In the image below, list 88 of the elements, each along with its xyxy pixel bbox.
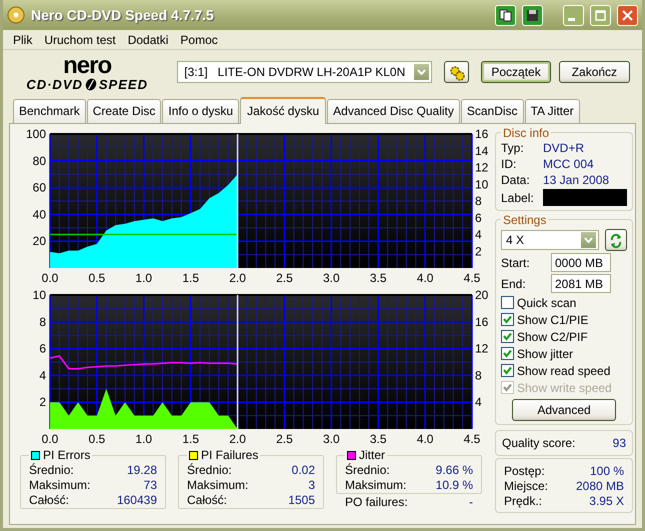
quality-value: 93 bbox=[612, 435, 626, 452]
tick-label: 1.5 bbox=[182, 432, 199, 446]
tick-label: 1.0 bbox=[135, 432, 152, 446]
stat-value: 160439 bbox=[116, 492, 157, 508]
stat-value: - bbox=[469, 494, 473, 510]
tick-label: 100 bbox=[26, 127, 46, 141]
progress-label: Postęp: bbox=[504, 462, 545, 480]
info-label: Data: bbox=[501, 172, 531, 189]
tick-label: 8 bbox=[475, 368, 482, 382]
progress-value: 3.95 X bbox=[589, 492, 624, 510]
tick-label: 12 bbox=[475, 160, 488, 174]
tick-label: 3.5 bbox=[370, 432, 387, 446]
logo-text: nero bbox=[63, 54, 112, 78]
stat-value: 3 bbox=[308, 476, 315, 494]
tick-label: 2.0 bbox=[229, 432, 246, 446]
info-label: Label: bbox=[501, 190, 535, 206]
panel-title: Settings bbox=[501, 213, 548, 227]
stat-label: Maksimum: bbox=[29, 476, 90, 494]
tick-label: 2 bbox=[475, 244, 482, 258]
tick-label: 20 bbox=[32, 234, 46, 248]
stat-value: 9.66 % bbox=[436, 462, 473, 478]
tick-label: 0.0 bbox=[42, 271, 58, 285]
tick-label: 2.5 bbox=[276, 271, 293, 285]
stat-label: Średnio: bbox=[345, 462, 390, 478]
field-label: Start: bbox=[501, 254, 531, 272]
stat-label: Średnio: bbox=[187, 462, 232, 478]
tick-label: 16 bbox=[475, 314, 488, 329]
tick-label: 6 bbox=[39, 342, 46, 356]
tick-label: 1.0 bbox=[135, 271, 152, 285]
logo-text: CD·DVD bbox=[26, 78, 83, 90]
tick-label: 2.0 bbox=[229, 271, 246, 285]
panel-title: Jitter bbox=[359, 448, 386, 462]
tick-label: 3.0 bbox=[323, 432, 340, 446]
tick-label: 14 bbox=[475, 144, 488, 158]
tick-label: 4.5 bbox=[464, 432, 480, 446]
tick-label: 10 bbox=[475, 177, 488, 192]
quality-label: Quality score: bbox=[502, 435, 576, 452]
info-label: Typ: bbox=[501, 140, 525, 157]
stat-label: Maksimum: bbox=[187, 476, 248, 494]
info-value: 13 Jan 2008 bbox=[543, 172, 610, 189]
progress-value: 2080 MB bbox=[576, 478, 624, 494]
tick-label: 3.0 bbox=[323, 271, 340, 285]
progress-label: Prędk.: bbox=[504, 492, 542, 510]
tick-label: 4 bbox=[475, 395, 482, 410]
stat-value: 10.9 % bbox=[436, 476, 473, 494]
tick-label: 4.0 bbox=[416, 432, 434, 446]
tick-label: 1.5 bbox=[182, 271, 199, 285]
stat-value: 1505 bbox=[288, 492, 315, 508]
tick-label: 4.0 bbox=[416, 271, 434, 285]
tick-label: 0.0 bbox=[42, 432, 58, 446]
panel-title: PI Failures bbox=[201, 448, 258, 462]
panel-title: PI Errors bbox=[43, 448, 90, 462]
stat-value: 73 bbox=[144, 476, 157, 494]
tick-label: 2 bbox=[39, 395, 46, 410]
tick-label: 2.5 bbox=[276, 432, 293, 446]
progress-value: 100 % bbox=[590, 462, 624, 480]
tick-label: 80 bbox=[32, 154, 46, 168]
info-value: MCC 004 bbox=[543, 156, 594, 173]
checkbox-label: Show write speed bbox=[517, 380, 612, 396]
tick-label: 40 bbox=[32, 207, 46, 222]
tick-label: 12 bbox=[475, 342, 488, 356]
stat-label: Całość: bbox=[29, 492, 70, 508]
tick-label: 4.5 bbox=[464, 271, 480, 285]
tick-label: 4 bbox=[475, 228, 482, 242]
field-label: End: bbox=[501, 276, 527, 292]
info-value: DVD+R bbox=[543, 140, 584, 157]
stat-label: Całość: bbox=[187, 492, 228, 508]
tick-label: 20 bbox=[475, 288, 488, 302]
info-label: ID: bbox=[501, 156, 518, 173]
panel-title: Disc info bbox=[501, 126, 552, 140]
tick-label: 0.5 bbox=[88, 432, 106, 446]
stat-label: Maksimum: bbox=[345, 476, 406, 494]
tick-label: 4 bbox=[39, 368, 46, 382]
progress-label: Miejsce: bbox=[504, 478, 548, 494]
stat-label: PO failures: bbox=[345, 494, 408, 510]
logo-text: SPEED bbox=[98, 78, 148, 90]
tick-label: 6 bbox=[475, 210, 482, 225]
tick-label: 3.5 bbox=[370, 271, 387, 285]
tick-label: 8 bbox=[39, 314, 46, 329]
tick-label: 16 bbox=[475, 127, 488, 141]
tick-label: 60 bbox=[32, 180, 46, 195]
stat-value: 19.28 bbox=[126, 462, 157, 478]
window-title: Nero CD-DVD Speed 4.7.7.5 bbox=[31, 6, 215, 25]
stat-label: Średnio: bbox=[29, 462, 74, 478]
stat-value: 0.02 bbox=[292, 462, 315, 478]
tick-label: 8 bbox=[475, 194, 482, 208]
tick-label: 10 bbox=[32, 288, 46, 302]
tick-label: 0.5 bbox=[88, 271, 106, 285]
